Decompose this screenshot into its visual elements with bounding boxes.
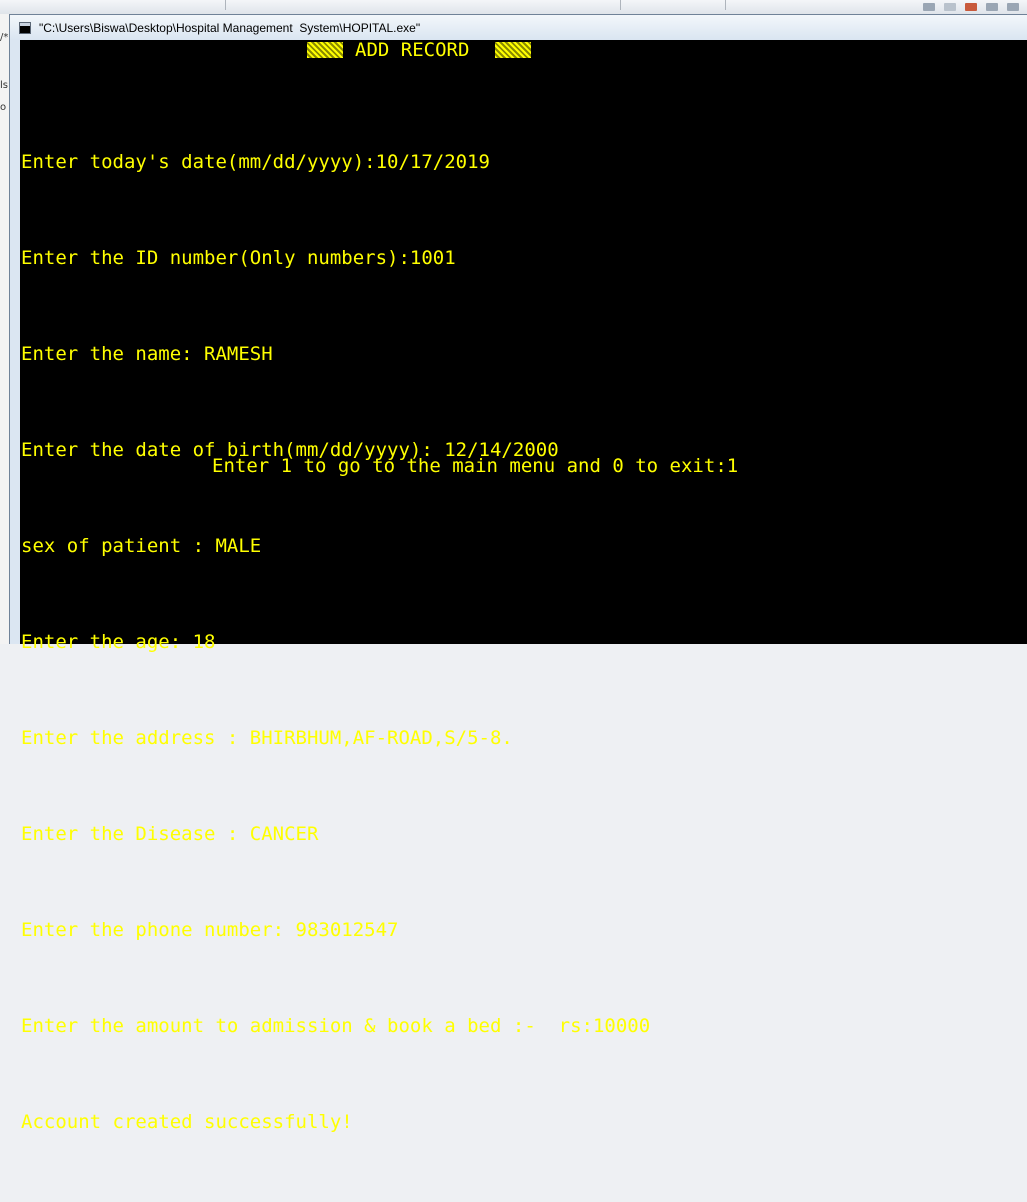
background-divider [620,0,621,10]
console-lines: Enter today's date(mm/dd/yyyy):10/17/201… [21,82,650,1202]
console-line-success: Account created successfully! [21,1111,353,1133]
toolbar-icon [986,3,998,11]
console-line-date: Enter today's date(mm/dd/yyyy):10/17/201… [21,151,490,173]
header-title: ADD RECORD [355,39,470,61]
console-line-name: Enter the name: RAMESH [21,343,273,365]
background-left-text: ls [0,80,8,91]
console-window[interactable]: "C:\Users\Biswa\Desktop\Hospital Managem… [9,14,1027,1133]
window-title: "C:\Users\Biswa\Desktop\Hospital Managem… [39,20,421,35]
console-line-id: Enter the ID number(Only numbers):1001 [21,247,456,269]
console-line-amount: Enter the amount to admission & book a b… [21,1015,651,1037]
console-line-phone: Enter the phone number: 983012547 [21,919,399,941]
console-line-address: Enter the address : BHIRBHUM,AF-ROAD,S/5… [21,727,513,749]
header-block-left [307,42,343,58]
add-record-header: ADD RECORD [307,39,532,61]
console-output[interactable]: ADD RECORD Enter today's date(mm/dd/yyyy… [20,39,1027,1133]
console-line-sex: sex of patient : MALE [21,535,262,557]
background-divider [225,0,226,10]
console-line-disease: Enter the Disease : CANCER [21,823,319,845]
title-bar[interactable]: "C:\Users\Biswa\Desktop\Hospital Managem… [10,15,1027,40]
console-app-icon[interactable] [19,21,31,34]
background-left-text: /* [0,32,9,43]
background-toolbar-icons [923,3,1019,11]
background-window-strip [0,0,1027,15]
console-line-age: Enter the age: 18 [21,631,216,653]
toolbar-icon [944,3,956,11]
toolbar-icon [923,3,935,11]
background-left-text: o [0,102,7,113]
toolbar-icon [965,3,977,11]
header-block-right [495,42,532,58]
toolbar-icon [1007,3,1019,11]
menu-prompt: Enter 1 to go to the main menu and 0 to … [212,455,739,477]
background-divider [725,0,726,10]
